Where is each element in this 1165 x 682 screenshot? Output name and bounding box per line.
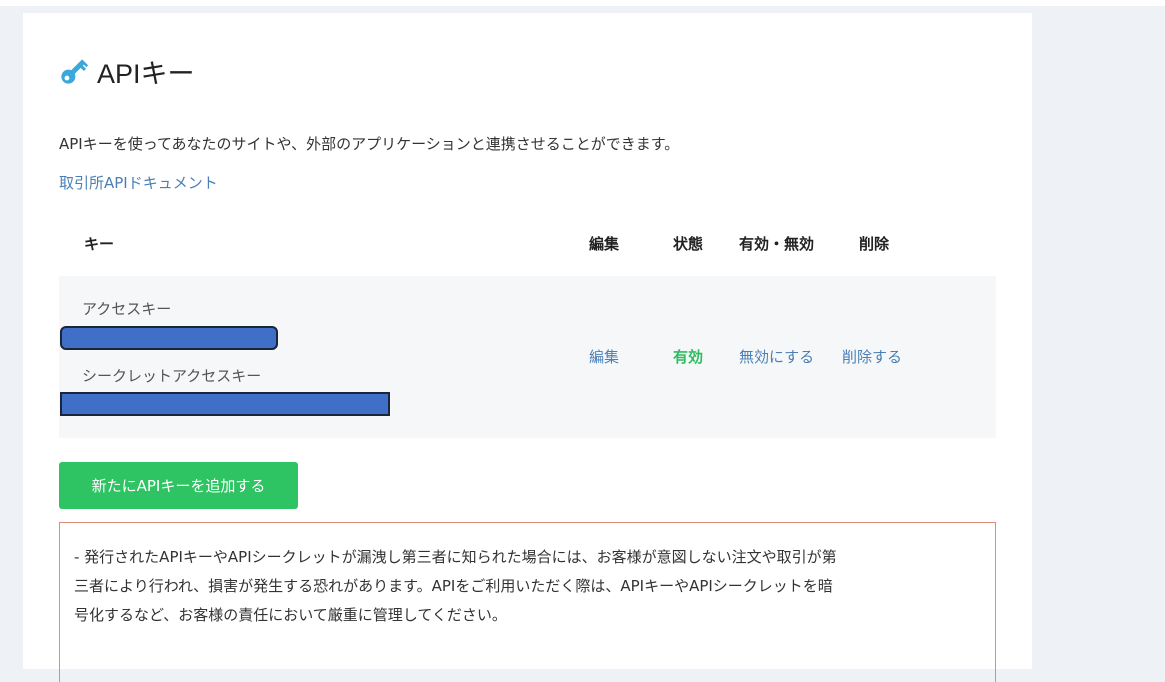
- status-badge: 有効: [673, 348, 704, 366]
- disable-link[interactable]: 無効にする: [739, 346, 814, 367]
- warning-line: - 発行されたAPIキーやAPIシークレットが漏洩し第三者に知られた場合には、お…: [74, 548, 837, 566]
- page-title: APIキー: [97, 58, 195, 89]
- api-docs-link[interactable]: 取引所APIドキュメント: [59, 172, 218, 193]
- header-edit: 編集: [589, 235, 620, 253]
- description-text: APIキーを使ってあなたのサイトや、外部のアプリケーションと連携させることができ…: [59, 135, 680, 153]
- header-status: 状態: [673, 235, 704, 253]
- warning-box: - 発行されたAPIキーやAPIシークレットが漏洩し第三者に知られた場合には、お…: [59, 522, 996, 682]
- warning-line: 三者により行われ、損害が発生する恐れがあります。APIをご利用いただく際は、AP…: [74, 577, 833, 595]
- api-key-card: APIキー APIキーを使ってあなたのサイトや、外部のアプリケーションと連携させ…: [23, 13, 1032, 682]
- warning-line: 号化するなど、お客様の責任において厳重に管理してください。: [74, 606, 507, 624]
- key-icon: [57, 54, 91, 88]
- table-row: アクセスキー シークレットアクセスキー 編集 有効 無効にする 削除する: [59, 276, 996, 438]
- access-key-label: アクセスキー: [82, 300, 172, 318]
- delete-link[interactable]: 削除する: [842, 346, 902, 367]
- secret-key-label: シークレットアクセスキー: [82, 367, 262, 385]
- title-row: APIキー: [57, 53, 195, 89]
- add-api-key-button[interactable]: 新たにAPIキーを追加する: [59, 462, 298, 509]
- secret-key-redaction: [60, 392, 390, 416]
- edit-link[interactable]: 編集: [589, 346, 619, 367]
- table-header: キー 編集 状態 有効・無効 削除: [59, 233, 996, 263]
- access-key-redaction: [60, 326, 278, 350]
- header-delete: 削除: [859, 235, 890, 253]
- top-strip: [0, 0, 1165, 6]
- header-toggle: 有効・無効: [739, 235, 815, 253]
- header-key: キー: [84, 235, 115, 253]
